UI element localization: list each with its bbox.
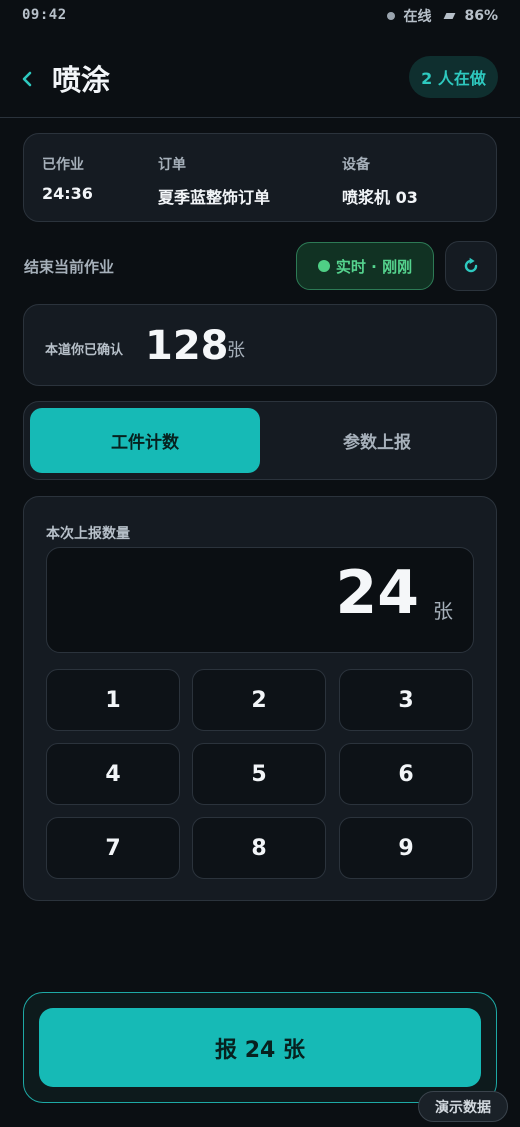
- end-job-link[interactable]: 结束当前作业: [24, 256, 114, 277]
- quantity-display: 24 张: [46, 547, 474, 653]
- keypad-key-2[interactable]: 2: [192, 669, 326, 731]
- submit-report-button[interactable]: 报 24 张: [39, 1008, 481, 1087]
- confirmed-label: 本道你已确认: [45, 343, 124, 358]
- confirmed-value: 128: [145, 323, 229, 369]
- job-info-card: 已作业 24:36 订单 夏季蓝整饰订单 设备 喷浆机 03: [23, 133, 497, 222]
- mode-tabs: 工件计数 参数上报: [23, 401, 497, 480]
- refresh-icon: [464, 257, 478, 273]
- elapsed-info: 已作业 24:36: [42, 154, 93, 203]
- device-value: 喷浆机 03: [342, 188, 418, 207]
- keypad-key-8[interactable]: 8: [192, 817, 326, 879]
- keypad-key-1[interactable]: 1: [46, 669, 180, 731]
- elapsed-value: 24:36: [42, 184, 93, 203]
- keypad-key-6[interactable]: 6: [339, 743, 473, 805]
- status-dot-icon: [387, 12, 396, 20]
- status-right: 在线 86%: [387, 6, 498, 26]
- submit-area: 报 24 张: [23, 992, 497, 1103]
- device-label: 设备: [342, 157, 370, 173]
- order-label: 订单: [158, 157, 186, 173]
- report-label: 本次上报数量: [46, 526, 130, 542]
- device-info: 设备 喷浆机 03: [342, 154, 418, 208]
- confirmed-card: 本道你已确认 128 张: [23, 304, 497, 386]
- tab-piece-count[interactable]: 工件计数: [30, 408, 260, 473]
- screen: 09:42 在线 86% 喷涂 2 人在做 已作业 24:36 订单 夏季蓝整饰…: [0, 0, 520, 1127]
- header: 喷涂 2 人在做: [0, 40, 520, 118]
- confirmed-unit: 张: [227, 340, 245, 361]
- report-card: 本次上报数量 24 张 1 2 3 4 5 6 7 8 9: [23, 496, 497, 901]
- battery-icon: [444, 13, 456, 19]
- keypad-key-5[interactable]: 5: [192, 743, 326, 805]
- status-bar: 09:42 在线 86%: [0, 0, 520, 32]
- elapsed-label: 已作业: [42, 157, 84, 173]
- keypad-key-9[interactable]: 9: [339, 817, 473, 879]
- chevron-left-icon[interactable]: [18, 64, 38, 94]
- numeric-keypad: 1 2 3 4 5 6 7 8 9: [46, 669, 474, 879]
- live-dot-icon: [317, 260, 330, 272]
- status-time: 09:42: [22, 7, 67, 23]
- refresh-button[interactable]: [445, 241, 497, 291]
- quantity-value: 24: [335, 558, 420, 628]
- order-info: 订单 夏季蓝整饰订单: [158, 154, 270, 208]
- live-status-badge: 实时 · 刚刚: [296, 242, 434, 290]
- live-status-label: 实时 · 刚刚: [335, 257, 413, 276]
- demo-data-badge: 演示数据: [418, 1091, 508, 1122]
- quantity-unit: 张: [433, 599, 453, 623]
- tab-parameter-report[interactable]: 参数上报: [262, 408, 492, 473]
- online-count-badge[interactable]: 2 人在做: [409, 56, 498, 98]
- keypad-key-7[interactable]: 7: [46, 817, 180, 879]
- network-status: 在线: [403, 9, 432, 25]
- keypad-key-4[interactable]: 4: [46, 743, 180, 805]
- page-title: 喷涂: [52, 63, 111, 97]
- battery-level: 86%: [464, 8, 498, 24]
- order-value: 夏季蓝整饰订单: [158, 188, 271, 207]
- keypad-key-3[interactable]: 3: [339, 669, 473, 731]
